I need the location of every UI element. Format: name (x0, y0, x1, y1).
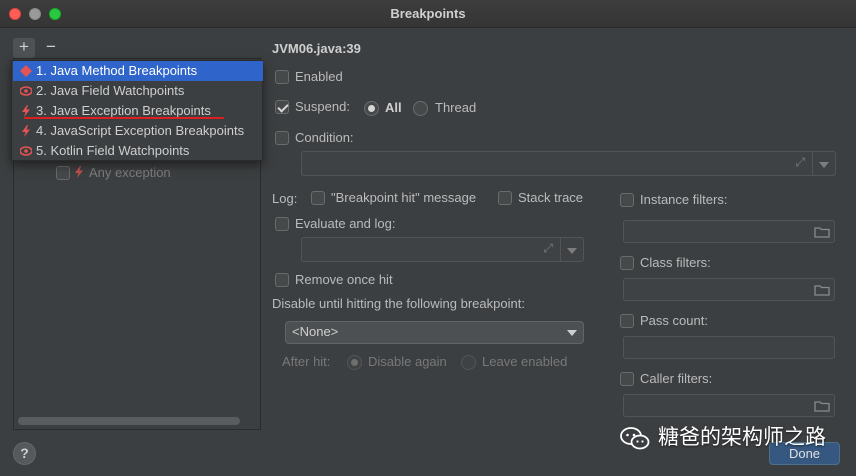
add-breakpoint-menu: 1. Java Method Breakpoints 2. Java Field… (11, 60, 263, 161)
log-message-checkbox[interactable] (311, 191, 325, 205)
enabled-checkbox[interactable] (275, 70, 289, 84)
watermark-text: 糖爸的架构师之路 (658, 426, 826, 449)
log-message-label: "Breakpoint hit" message (331, 190, 477, 205)
diamond-icon (20, 65, 32, 77)
class-filters-field[interactable] (623, 278, 835, 301)
caller-filters-label: Caller filters: (640, 371, 713, 386)
menu-item-label: 3. Java Exception Breakpoints (36, 103, 211, 118)
expand-icon[interactable]: ⤢ (543, 241, 553, 256)
horizontal-scrollbar[interactable] (18, 417, 240, 425)
menu-item-label: 4. JavaScript Exception Breakpoints (36, 123, 245, 138)
any-exception-checkbox[interactable] (56, 166, 70, 180)
evaluate-log-label: Evaluate and log: (295, 216, 396, 231)
lightning-icon (22, 105, 30, 117)
menu-item-label: 5. Kotlin Field Watchpoints (36, 143, 190, 158)
disable-until-value: <None> (292, 324, 339, 339)
folder-icon[interactable] (814, 226, 830, 238)
menu-item-java-field-watchpoints[interactable]: 2. Java Field Watchpoints (13, 81, 263, 101)
lightning-icon (22, 125, 30, 137)
leave-enabled-radio[interactable] (461, 355, 476, 370)
condition-checkbox[interactable] (275, 131, 289, 145)
chevron-down-icon[interactable] (819, 162, 829, 168)
chevron-down-icon[interactable] (567, 248, 577, 254)
disable-until-label: Disable until hitting the following brea… (272, 296, 525, 311)
caller-filters-checkbox[interactable] (620, 372, 634, 386)
disable-again-radio[interactable] (347, 355, 362, 370)
annotation-underline (24, 117, 224, 119)
menu-item-label: 2. Java Field Watchpoints (36, 83, 185, 98)
caller-filters-field[interactable] (623, 394, 835, 417)
suspend-all-label: All (385, 100, 402, 115)
instance-filters-checkbox[interactable] (620, 193, 634, 207)
eye-icon (20, 146, 32, 156)
window-title: Breakpoints (390, 6, 466, 21)
stack-trace-checkbox[interactable] (498, 191, 512, 205)
suspend-all-radio[interactable] (364, 101, 379, 116)
enabled-label: Enabled (295, 69, 343, 84)
any-exception-label: Any exception (89, 165, 171, 180)
help-button[interactable]: ? (13, 442, 36, 465)
remove-once-hit-checkbox[interactable] (275, 273, 289, 287)
log-label: Log: (272, 191, 298, 206)
suspend-label: Suspend: (295, 99, 350, 114)
menu-item-java-method-breakpoints[interactable]: 1. Java Method Breakpoints (13, 61, 263, 81)
add-breakpoint-button[interactable]: + (13, 38, 35, 58)
evaluate-log-checkbox[interactable] (275, 217, 289, 231)
class-filters-label: Class filters: (640, 255, 711, 270)
menu-item-javascript-exception-breakpoints[interactable]: 4. JavaScript Exception Breakpoints (13, 121, 263, 141)
pass-count-field[interactable] (623, 336, 835, 359)
instance-filters-label: Instance filters: (640, 192, 728, 207)
pass-count-label: Pass count: (640, 313, 708, 328)
evaluate-log-field[interactable]: ⤢ (301, 237, 584, 262)
menu-item-kotlin-field-watchpoints[interactable]: 5. Kotlin Field Watchpoints (13, 141, 263, 161)
condition-label: Condition: (295, 130, 354, 145)
condition-field[interactable]: ⤢ (301, 151, 836, 176)
class-filters-checkbox[interactable] (620, 256, 634, 270)
lightning-icon (75, 166, 83, 178)
remove-once-hit-label: Remove once hit (295, 272, 393, 287)
suspend-thread-label: Thread (435, 100, 477, 115)
disable-again-label: Disable again (368, 354, 447, 369)
expand-icon[interactable]: ⤢ (795, 155, 805, 170)
stack-trace-label: Stack trace (518, 190, 584, 205)
leave-enabled-label: Leave enabled (482, 354, 568, 369)
chevron-down-icon (567, 330, 577, 336)
folder-icon[interactable] (814, 284, 830, 296)
suspend-thread-radio[interactable] (413, 101, 428, 116)
after-hit-label: After hit: (282, 354, 331, 369)
instance-filters-field[interactable] (623, 220, 835, 243)
disable-until-select[interactable]: <None> (285, 321, 584, 344)
folder-icon[interactable] (814, 400, 830, 412)
wechat-icon (620, 427, 650, 450)
breakpoint-location-title: JVM06.java:39 (272, 41, 361, 56)
suspend-checkbox[interactable] (275, 100, 289, 114)
title-bar: Breakpoints (0, 0, 856, 28)
eye-icon (20, 86, 32, 96)
remove-breakpoint-button[interactable]: − (40, 38, 62, 58)
pass-count-checkbox[interactable] (620, 314, 634, 328)
menu-item-label: 1. Java Method Breakpoints (36, 63, 198, 78)
